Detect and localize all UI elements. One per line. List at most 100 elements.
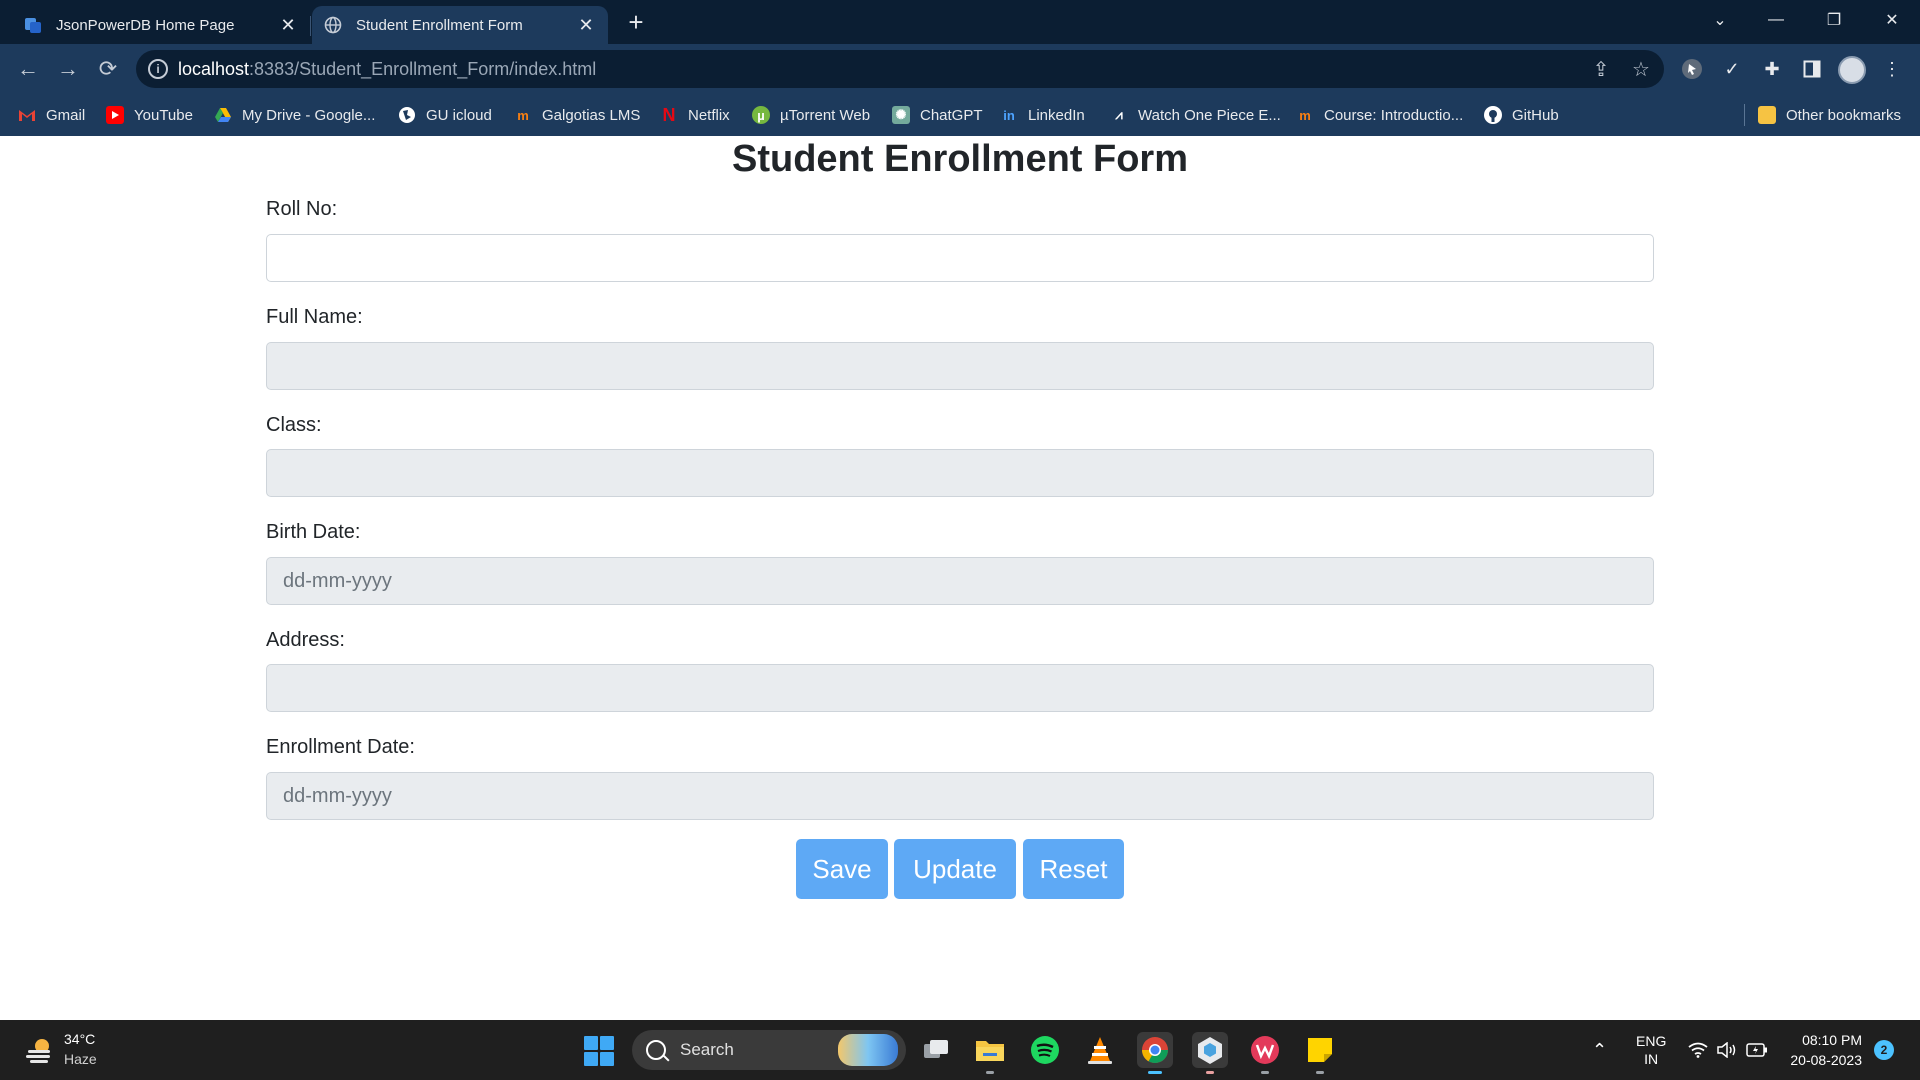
page-title: Student Enrollment Form bbox=[732, 138, 1188, 180]
tab-search-icon[interactable]: ⌄ bbox=[1692, 0, 1748, 40]
other-bookmarks[interactable]: Other bookmarks bbox=[1758, 104, 1901, 126]
extension-cursor-icon[interactable] bbox=[1680, 57, 1704, 81]
tab-title: Student Enrollment Form bbox=[356, 16, 523, 34]
close-window-button[interactable]: ✕ bbox=[1864, 0, 1920, 40]
volume-icon[interactable] bbox=[1716, 1020, 1738, 1080]
clock-time: 08:10 PM bbox=[1802, 1032, 1862, 1048]
jsonpowerdb-favicon-icon bbox=[24, 16, 42, 34]
bookmark-utorrent[interactable]: µ µTorrent Web bbox=[752, 104, 870, 126]
linkedin-icon: in bbox=[1003, 107, 1015, 123]
reset-button[interactable]: Reset bbox=[1023, 839, 1124, 899]
site-info-icon[interactable]: i bbox=[148, 59, 168, 79]
bookmark-label: Netflix bbox=[688, 106, 730, 124]
page-content: Student Enrollment Form Roll No: Full Na… bbox=[0, 136, 1920, 1020]
bookmark-course[interactable]: m Course: Introductio... bbox=[1296, 104, 1463, 126]
bookmark-galgotias-lms[interactable]: m Galgotias LMS bbox=[514, 104, 640, 126]
bookmark-linkedin[interactable]: in LinkedIn bbox=[1000, 104, 1085, 126]
chatgpt-icon: ✺ bbox=[892, 106, 910, 124]
roll-no-input[interactable] bbox=[266, 234, 1654, 282]
restore-button[interactable]: ❐ bbox=[1806, 0, 1862, 40]
profile-avatar[interactable] bbox=[1838, 56, 1866, 84]
bookmarks-bar: Gmail YouTube My Drive - Google... GU ic… bbox=[0, 94, 1920, 136]
side-panel-icon[interactable] bbox=[1800, 57, 1824, 81]
update-button[interactable]: Update bbox=[894, 839, 1016, 899]
utorrent-icon: µ bbox=[752, 106, 770, 124]
bookmark-label: Other bookmarks bbox=[1786, 106, 1902, 124]
full-name-label: Full Name: bbox=[266, 306, 363, 328]
bookmark-label: My Drive - Google... bbox=[242, 106, 376, 124]
enrollment-date-label: Enrollment Date: bbox=[266, 736, 415, 758]
start-menu-icon[interactable] bbox=[584, 1036, 614, 1066]
windows-taskbar: 34°C Haze Search ⌃ ENG IN 08:10 PM 20-08… bbox=[0, 1020, 1920, 1080]
bookmark-chatgpt[interactable]: ✺ ChatGPT bbox=[892, 104, 983, 126]
reload-icon[interactable]: ⟳ bbox=[92, 53, 124, 85]
task-view-icon[interactable] bbox=[918, 1032, 954, 1068]
taskbar-search[interactable]: Search bbox=[632, 1030, 906, 1070]
close-tab-icon[interactable]: ✕ bbox=[576, 15, 596, 35]
tab-student-enrollment[interactable]: Student Enrollment Form ✕ bbox=[312, 6, 608, 44]
show-hidden-icons-chevron-icon[interactable]: ⌃ bbox=[1592, 1020, 1607, 1080]
input-language[interactable]: ENG IN bbox=[1636, 1032, 1666, 1068]
address-input[interactable] bbox=[266, 664, 1654, 712]
youtube-icon bbox=[106, 106, 124, 124]
save-button[interactable]: Save bbox=[796, 839, 888, 899]
address-bar[interactable]: i localhost:8383/Student_Enrollment_Form… bbox=[136, 50, 1664, 88]
address-url[interactable]: localhost:8383/Student_Enrollment_Form/i… bbox=[178, 59, 596, 80]
file-explorer-icon[interactable] bbox=[972, 1032, 1008, 1074]
bookmark-star-icon[interactable]: ☆ bbox=[1630, 58, 1652, 81]
globe-favicon-icon bbox=[324, 16, 342, 34]
close-tab-icon[interactable]: ✕ bbox=[278, 15, 298, 35]
weather-temperature: 34°C bbox=[64, 1031, 96, 1047]
bookmark-label: ChatGPT bbox=[920, 106, 983, 124]
back-arrow-icon[interactable]: ← bbox=[12, 53, 44, 85]
bookmark-label: Galgotias LMS bbox=[542, 106, 641, 124]
minimize-button[interactable]: — bbox=[1748, 0, 1804, 40]
bookmark-gmail[interactable]: Gmail bbox=[18, 104, 85, 126]
chrome-icon[interactable] bbox=[1137, 1032, 1173, 1074]
netbeans-icon[interactable] bbox=[1192, 1032, 1228, 1074]
search-icon bbox=[646, 1040, 666, 1060]
bookmark-label: Course: Introductio... bbox=[1324, 106, 1464, 124]
wps-office-icon[interactable] bbox=[1247, 1032, 1283, 1074]
bookmark-github[interactable]: GitHub bbox=[1484, 104, 1559, 126]
bookmark-label: GU icloud bbox=[426, 106, 492, 124]
bookmark-one-piece[interactable]: ⩘ Watch One Piece E... bbox=[1110, 104, 1281, 126]
birth-date-placeholder: dd-mm-yyyy bbox=[283, 569, 392, 592]
anime-site-icon: ⩘ bbox=[1115, 107, 1123, 122]
forward-arrow-icon[interactable]: → bbox=[52, 53, 84, 85]
browser-toolbar: ← → ⟳ i localhost:8383/Student_Enrollmen… bbox=[0, 44, 1920, 94]
share-icon[interactable]: ⇪ bbox=[1590, 58, 1612, 81]
system-clock[interactable]: 08:10 PM 20-08-2023 bbox=[1778, 1030, 1862, 1070]
bookmark-gu-icloud[interactable]: GU icloud bbox=[398, 104, 492, 126]
browser-menu-icon[interactable]: ⋮ bbox=[1880, 57, 1904, 81]
search-highlight-image bbox=[838, 1034, 898, 1066]
spotify-icon[interactable] bbox=[1027, 1032, 1063, 1068]
battery-charging-icon[interactable] bbox=[1746, 1020, 1768, 1080]
google-drive-icon bbox=[214, 106, 232, 124]
enrollment-date-input[interactable]: dd-mm-yyyy bbox=[266, 772, 1654, 820]
bookmark-label: Gmail bbox=[46, 106, 86, 124]
extensions-puzzle-icon[interactable]: ✚ bbox=[1760, 57, 1784, 81]
gmail-icon bbox=[18, 106, 36, 124]
roll-no-label: Roll No: bbox=[266, 198, 338, 220]
address-label: Address: bbox=[266, 629, 345, 651]
full-name-input[interactable] bbox=[266, 342, 1654, 390]
class-input[interactable] bbox=[266, 449, 1654, 497]
notification-badge[interactable]: 2 bbox=[1874, 1040, 1894, 1060]
browser-tab-strip: JsonPowerDB Home Page ✕ Student Enrollme… bbox=[0, 0, 1920, 44]
bookmark-netflix[interactable]: N Netflix bbox=[660, 104, 730, 126]
weather-condition: Haze bbox=[64, 1051, 97, 1067]
enrollment-date-placeholder: dd-mm-yyyy bbox=[283, 784, 392, 807]
new-tab-button[interactable]: + bbox=[622, 7, 650, 37]
tab-jsonpowerdb[interactable]: JsonPowerDB Home Page ✕ bbox=[12, 6, 310, 44]
sticky-notes-icon[interactable] bbox=[1302, 1032, 1338, 1074]
bookmark-youtube[interactable]: YouTube bbox=[106, 104, 193, 126]
checkmark-extension-icon[interactable]: ✓ bbox=[1720, 57, 1744, 81]
bookmark-google-drive[interactable]: My Drive - Google... bbox=[214, 104, 375, 126]
wifi-icon[interactable] bbox=[1688, 1020, 1708, 1080]
vlc-icon[interactable] bbox=[1082, 1032, 1118, 1068]
weather-haze-icon[interactable] bbox=[24, 1034, 56, 1066]
moodle-icon: m bbox=[1299, 107, 1311, 123]
birth-date-input[interactable]: dd-mm-yyyy bbox=[266, 557, 1654, 605]
clock-date: 20-08-2023 bbox=[1790, 1052, 1862, 1068]
